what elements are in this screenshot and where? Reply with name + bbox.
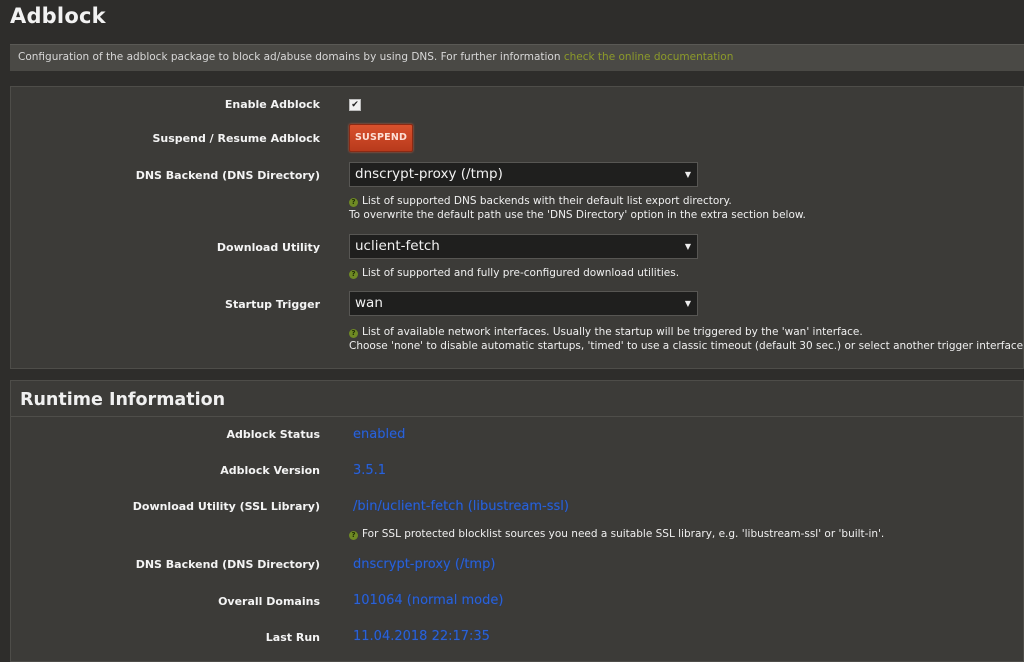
dns-backend-help-line2: To overwrite the default path use the 'D…	[349, 209, 806, 221]
dns-backend-help-line1: List of supported DNS backends with thei…	[362, 195, 732, 207]
page-description: Configuration of the adblock package to …	[10, 44, 1024, 71]
suspend-button[interactable]: SUSPEND	[349, 124, 414, 152]
section-divider	[11, 416, 1023, 417]
help-icon: ?	[349, 198, 358, 207]
version-value: 3.5.1	[353, 463, 387, 478]
domains-label: Overall Domains	[218, 595, 320, 608]
description-text: Configuration of the adblock package to …	[18, 51, 561, 63]
dns-backend-label: DNS Backend (DNS Directory)	[135, 169, 320, 182]
ssl-help: ? For SSL protected blocklist sources you…	[349, 527, 884, 541]
download-utility-help: ? List of supported and fully pre-configu…	[349, 266, 679, 280]
enable-adblock-label: Enable Adblock	[224, 98, 320, 111]
dns-backend-select[interactable]: dnscrypt-proxy (/tmp) ▼	[349, 162, 698, 187]
download-utility-value: uclient-fetch	[355, 238, 440, 254]
chevron-down-icon: ▼	[684, 242, 691, 251]
startup-trigger-help: ? List of available network interfaces. U…	[349, 325, 1024, 353]
status-value: enabled	[353, 427, 406, 442]
chevron-down-icon: ▼	[684, 299, 691, 308]
dns-backend-help: ? List of supported DNS backends with the…	[349, 194, 806, 222]
runtime-section-title: Runtime Information	[20, 390, 226, 410]
config-section: Enable Adblock ✔ Suspend / Resume Adbloc…	[10, 86, 1024, 369]
ssl-value: /bin/uclient-fetch (libustream-ssl)	[353, 499, 569, 514]
ssl-help-text: For SSL protected blocklist sources you …	[362, 528, 885, 540]
help-icon: ?	[349, 329, 358, 338]
download-utility-help-line1: List of supported and fully pre-configur…	[362, 267, 680, 279]
ssl-label: Download Utility (SSL Library)	[132, 500, 320, 513]
version-label: Adblock Version	[220, 464, 320, 477]
chevron-down-icon: ▼	[684, 170, 691, 179]
dns-backend-value: dnscrypt-proxy (/tmp)	[355, 166, 503, 182]
documentation-link[interactable]: check the online documentation	[564, 51, 734, 63]
startup-trigger-value: wan	[355, 295, 383, 311]
download-utility-label: Download Utility	[216, 241, 320, 254]
status-label: Adblock Status	[226, 428, 321, 441]
startup-trigger-label: Startup Trigger	[225, 298, 320, 311]
runtime-dns-value: dnscrypt-proxy (/tmp)	[353, 557, 496, 572]
suspend-label: Suspend / Resume Adblock	[152, 132, 320, 145]
startup-trigger-help-line1: List of available network interfaces. Us…	[362, 326, 863, 338]
runtime-section: Runtime Information Adblock Status enabl…	[10, 380, 1024, 662]
download-utility-select[interactable]: uclient-fetch ▼	[349, 234, 698, 259]
runtime-dns-label: DNS Backend (DNS Directory)	[135, 558, 320, 571]
help-icon: ?	[349, 270, 358, 279]
last-run-value: 11.04.2018 22:17:35	[353, 629, 490, 644]
help-icon: ?	[349, 531, 358, 540]
last-run-label: Last Run	[265, 631, 320, 644]
domains-value: 101064 (normal mode)	[353, 593, 504, 608]
enable-adblock-checkbox[interactable]: ✔	[349, 99, 361, 111]
adblock-page: Adblock Configuration of the adblock pac…	[0, 0, 1024, 662]
startup-trigger-select[interactable]: wan ▼	[349, 291, 698, 316]
page-title: Adblock	[10, 4, 106, 28]
startup-trigger-help-line2: Choose 'none' to disable automatic start…	[349, 340, 1024, 352]
